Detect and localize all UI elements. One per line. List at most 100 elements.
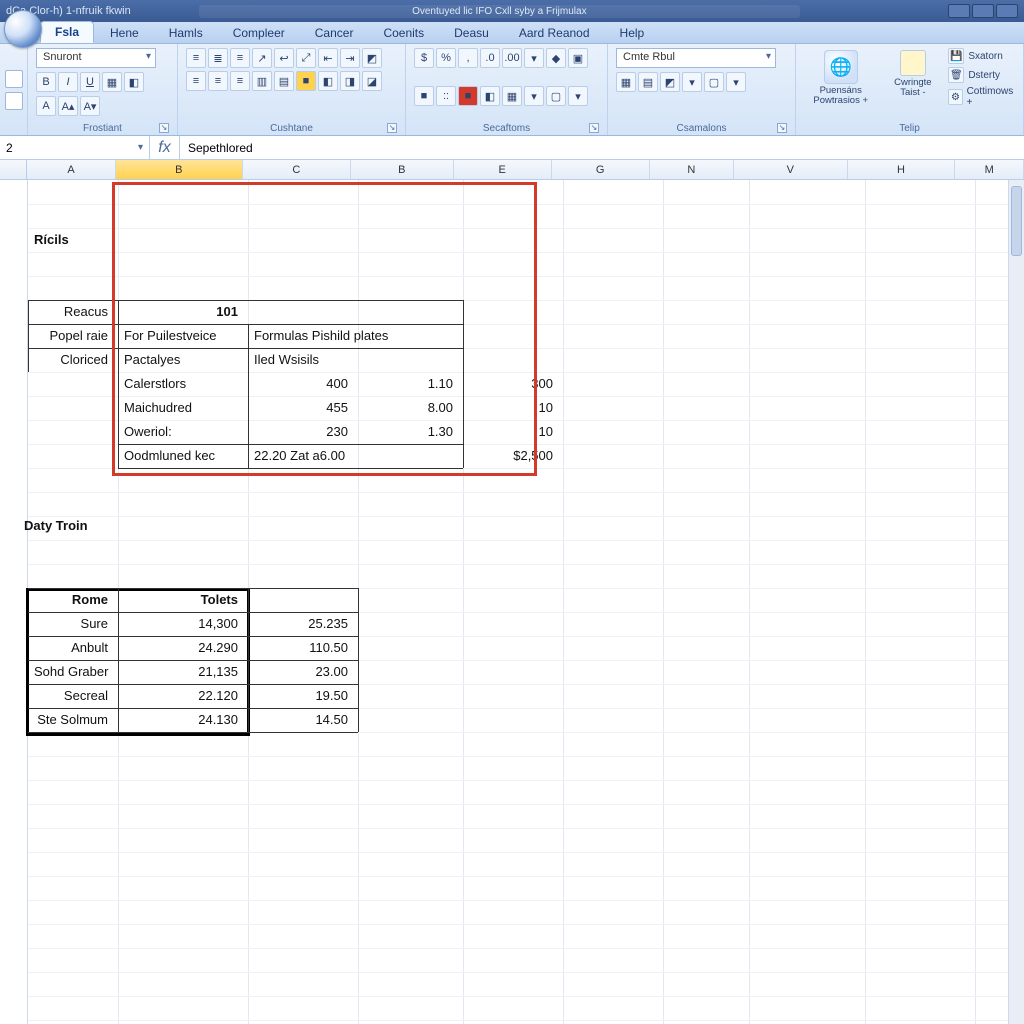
column-header-E[interactable]: E: [454, 160, 552, 179]
tab-cancer[interactable]: Cancer: [301, 23, 368, 43]
cell[interactable]: 14.50: [248, 710, 354, 729]
formula-input[interactable]: Sepethlored: [180, 136, 1024, 159]
percent-button[interactable]: %: [436, 48, 456, 68]
office-button[interactable]: [4, 10, 42, 48]
tab-compleer[interactable]: Compleer: [219, 23, 299, 43]
merge-button[interactable]: ⤢: [296, 48, 316, 68]
num-misc-10[interactable]: ▾: [568, 86, 588, 106]
cell[interactable]: Popel raie: [28, 326, 114, 345]
fill-button[interactable]: ◧: [124, 72, 144, 92]
align-top-button[interactable]: ≡: [186, 48, 206, 68]
orientation-button[interactable]: ↗: [252, 48, 272, 68]
column-header-G[interactable]: G: [552, 160, 650, 179]
italic-button[interactable]: I: [58, 72, 78, 92]
style-btn-4[interactable]: ▾: [682, 72, 702, 92]
style-btn-1[interactable]: ▦: [616, 72, 636, 92]
misc-align-6[interactable]: ◪: [362, 71, 382, 91]
tab-deasu[interactable]: Deasu: [440, 23, 503, 43]
bold-button[interactable]: B: [36, 72, 56, 92]
align-left-button[interactable]: ≡: [186, 71, 206, 91]
cell[interactable]: 23.00: [248, 662, 354, 681]
column-header-B[interactable]: B: [351, 160, 454, 179]
highlight-button[interactable]: ■: [296, 71, 316, 91]
font-color-button[interactable]: A: [36, 96, 56, 116]
column-header-M[interactable]: M: [955, 160, 1024, 179]
num-misc-1[interactable]: ▾: [524, 48, 544, 68]
num-misc-6[interactable]: ◧: [480, 86, 500, 106]
qat-button-2[interactable]: [5, 92, 23, 110]
tab-coenits[interactable]: Coenits: [369, 23, 438, 43]
big-button-2[interactable]: Cwringte Taist -: [887, 48, 938, 100]
cell[interactable]: 19.50: [248, 686, 354, 705]
side-action-2[interactable]: 🗑Dsterty: [948, 67, 1015, 83]
align-bot-button[interactable]: ≡: [230, 48, 250, 68]
side-action-3[interactable]: ⚙Cottimows +: [948, 86, 1015, 108]
tab-aard reanod[interactable]: Aard Reanod: [505, 23, 604, 43]
align-center-button[interactable]: ≡: [208, 71, 228, 91]
tab-hamls[interactable]: Hamls: [155, 23, 217, 43]
num-misc-2[interactable]: ◆: [546, 48, 566, 68]
misc-align-1[interactable]: ◩: [362, 48, 382, 68]
num-misc-4[interactable]: ■: [414, 86, 434, 106]
qat-button-1[interactable]: [5, 70, 23, 88]
column-header-N[interactable]: N: [650, 160, 734, 179]
wrap-button[interactable]: ↩: [274, 48, 294, 68]
scrollbar-thumb[interactable]: [1011, 186, 1022, 256]
currency-button[interactable]: $: [414, 48, 434, 68]
group-launcher-styles[interactable]: ↘: [777, 123, 787, 133]
group-launcher-alignment[interactable]: ↘: [387, 123, 397, 133]
select-all-corner[interactable]: [0, 160, 27, 179]
dec-inc-button[interactable]: .0: [480, 48, 500, 68]
shrink-font-button[interactable]: A▾: [80, 96, 100, 116]
misc-align-2[interactable]: ▥: [252, 71, 272, 91]
side-action-1[interactable]: 💾Sxatorn: [948, 48, 1015, 64]
close-button[interactable]: [996, 4, 1018, 18]
indent-inc-button[interactable]: ⇥: [340, 48, 360, 68]
tab-fsla[interactable]: Fsla: [40, 21, 94, 43]
cell[interactable]: Cloriced: [28, 350, 114, 369]
indent-dec-button[interactable]: ⇤: [318, 48, 338, 68]
big-button-1[interactable]: 🌐 Puensáns Powtrasios +: [804, 48, 877, 108]
minimize-button[interactable]: [948, 4, 970, 18]
column-header-V[interactable]: V: [734, 160, 848, 179]
cell[interactable]: 25.235: [248, 614, 354, 633]
num-misc-5[interactable]: ::: [436, 86, 456, 106]
vertical-scrollbar[interactable]: [1008, 180, 1024, 1024]
misc-align-4[interactable]: ◧: [318, 71, 338, 91]
column-header-C[interactable]: C: [243, 160, 351, 179]
num-misc-9[interactable]: ▢: [546, 86, 566, 106]
style-btn-5[interactable]: ▢: [704, 72, 724, 92]
align-right-button[interactable]: ≡: [230, 71, 250, 91]
group-launcher-number[interactable]: ↘: [589, 123, 599, 133]
border-button[interactable]: ▦: [102, 72, 122, 92]
num-misc-7[interactable]: ▦: [502, 86, 522, 106]
dec-dec-button[interactable]: .00: [502, 48, 522, 68]
grow-font-button[interactable]: A▴: [58, 96, 78, 116]
cell[interactable]: [28, 494, 114, 498]
group-launcher-font[interactable]: ↘: [159, 123, 169, 133]
name-box[interactable]: 2: [0, 136, 150, 159]
cell[interactable]: 110.50: [248, 638, 354, 657]
cell[interactable]: Reacus: [28, 302, 114, 321]
maximize-button[interactable]: [972, 4, 994, 18]
num-red-button[interactable]: ■: [458, 86, 478, 106]
style-btn-6[interactable]: ▾: [726, 72, 746, 92]
worksheet-grid[interactable]: RícilsReacus101Popel raieFor Puilestveic…: [0, 180, 1024, 1024]
num-misc-8[interactable]: ▾: [524, 86, 544, 106]
misc-align-5[interactable]: ◨: [340, 71, 360, 91]
align-mid-button[interactable]: ≣: [208, 48, 228, 68]
fx-button[interactable]: fx: [150, 136, 180, 159]
tab-help[interactable]: Help: [606, 23, 659, 43]
font-combo[interactable]: Snuront: [36, 48, 156, 68]
style-btn-3[interactable]: ◩: [660, 72, 680, 92]
tab-hene[interactable]: Hene: [96, 23, 153, 43]
misc-align-3[interactable]: ▤: [274, 71, 294, 91]
column-header-B[interactable]: B: [116, 160, 243, 179]
styles-combo[interactable]: Cmte Rbul: [616, 48, 776, 68]
column-header-H[interactable]: H: [848, 160, 956, 179]
num-misc-3[interactable]: ▣: [568, 48, 588, 68]
comma-button[interactable]: ,: [458, 48, 478, 68]
underline-button[interactable]: U: [80, 72, 100, 92]
style-btn-2[interactable]: ▤: [638, 72, 658, 92]
column-header-A[interactable]: A: [27, 160, 115, 179]
